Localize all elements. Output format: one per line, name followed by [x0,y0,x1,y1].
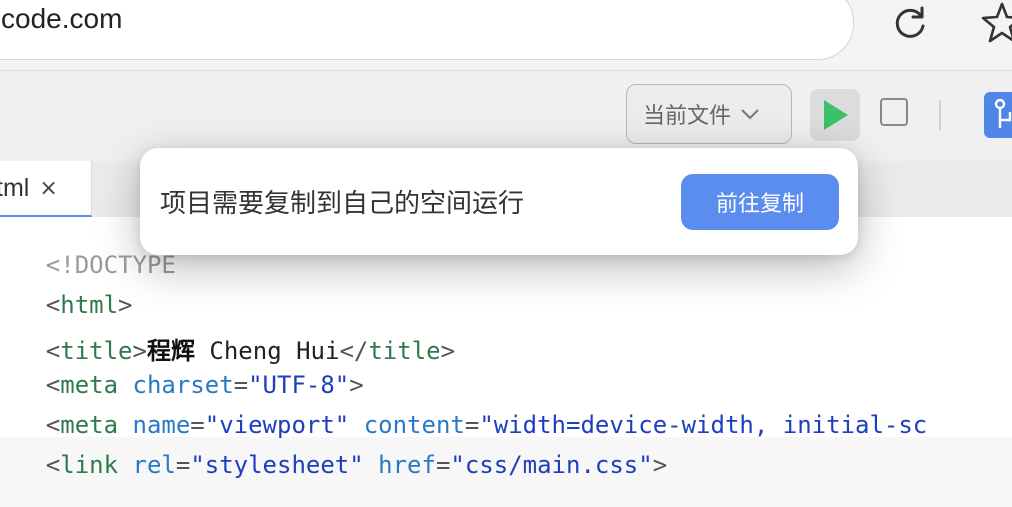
browser-address-area: code.com [0,0,1012,71]
tab-label: tml [0,173,30,202]
branch-button[interactable] [984,92,1012,138]
star-icon[interactable] [980,0,1012,46]
play-icon [824,100,848,130]
url-text[interactable]: code.com [1,3,122,35]
current-file-select[interactable]: 当前文件 [626,84,792,144]
chevron-down-icon [741,109,759,120]
run-button[interactable] [810,89,860,141]
stop-button[interactable] [880,98,908,126]
tab-html-file[interactable]: tml × [0,161,92,217]
tab-close-icon[interactable]: × [39,176,57,201]
reload-icon[interactable] [888,2,932,46]
address-bar[interactable]: code.com [0,0,854,60]
current-file-label: 当前文件 [643,104,732,129]
go-copy-button[interactable]: 前往复制 [681,174,839,230]
toolbar-divider [939,100,941,130]
copy-project-popup: 项目需要复制到自己的空间运行 前往复制 [140,148,858,255]
popup-message: 项目需要复制到自己的空间运行 [160,189,525,219]
branch-icon [994,98,1012,128]
code-line: <link rel="stylesheet" href="css/main.cs… [45,451,668,479]
